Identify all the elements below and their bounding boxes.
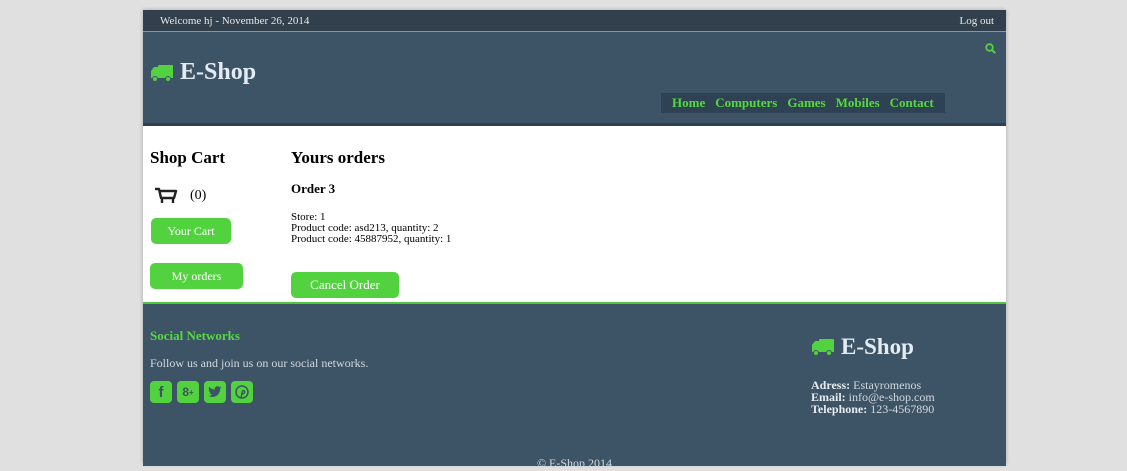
social-text: Follow us and join us on our social netw… <box>150 356 369 370</box>
contact-info: Adress: Estayromenos Email: info@e-shop.… <box>811 379 935 415</box>
order-name: Order 3 <box>291 181 336 196</box>
orders-title: Yours orders <box>291 148 385 167</box>
top-bar: Welcome hj - November 26, 2014 Log out <box>143 10 1006 32</box>
order-details: Store: 1 Product code: asd213, quantity:… <box>291 212 451 245</box>
nav-contact[interactable]: Contact <box>890 95 934 111</box>
main-nav: Home Computers Games Mobiles Contact <box>661 93 945 113</box>
brand-name: E-Shop <box>180 59 257 85</box>
phone-value: 123-4567890 <box>867 402 935 416</box>
cart-summary: (0) <box>154 187 206 205</box>
nav-computers[interactable]: Computers <box>715 95 777 111</box>
social-title: Social Networks <box>150 328 240 343</box>
pinterest-icon[interactable] <box>231 381 253 403</box>
nav-games[interactable]: Games <box>787 95 825 111</box>
twitter-icon[interactable] <box>204 381 226 403</box>
cancel-order-button[interactable]: Cancel Order <box>291 272 399 298</box>
brand-logo[interactable]: E-Shop <box>150 59 256 86</box>
my-orders-button[interactable]: My orders <box>150 263 243 289</box>
welcome-text: Welcome hj - November 26, 2014 <box>160 14 310 27</box>
google-plus-icon[interactable]: 8 + <box>177 381 199 403</box>
facebook-icon[interactable]: f <box>150 381 172 403</box>
phone-label: Telephone: <box>811 402 868 416</box>
main-content: Shop Cart (0) Your Cart My orders Yours … <box>143 126 1006 304</box>
nav-mobiles[interactable]: Mobiles <box>836 95 880 111</box>
footer: Social Networks Follow us and join us on… <box>143 304 1006 470</box>
search-icon[interactable] <box>985 41 996 59</box>
cart-count: (0) <box>190 188 207 203</box>
phone-line: Telephone: 123-4567890 <box>811 403 935 415</box>
order-product-line: Product code: 45887952, quantity: 1 <box>291 233 452 245</box>
footer-brand-logo: E-Shop <box>811 334 914 360</box>
header: E-Shop Home Computers Games Mobiles Cont… <box>143 32 1006 126</box>
nav-home[interactable]: Home <box>672 95 705 111</box>
truck-icon <box>151 64 173 82</box>
page: Welcome hj - November 26, 2014 Log out E… <box>143 10 1006 470</box>
logout-link[interactable]: Log out <box>959 15 994 27</box>
social-icons: f 8 + <box>150 381 258 403</box>
shopping-cart-icon[interactable] <box>154 187 178 205</box>
sidebar-title: Shop Cart <box>150 148 226 167</box>
your-cart-button[interactable]: Your Cart <box>151 218 231 244</box>
footer-brand-name: E-Shop <box>841 334 914 359</box>
truck-icon <box>812 339 834 356</box>
